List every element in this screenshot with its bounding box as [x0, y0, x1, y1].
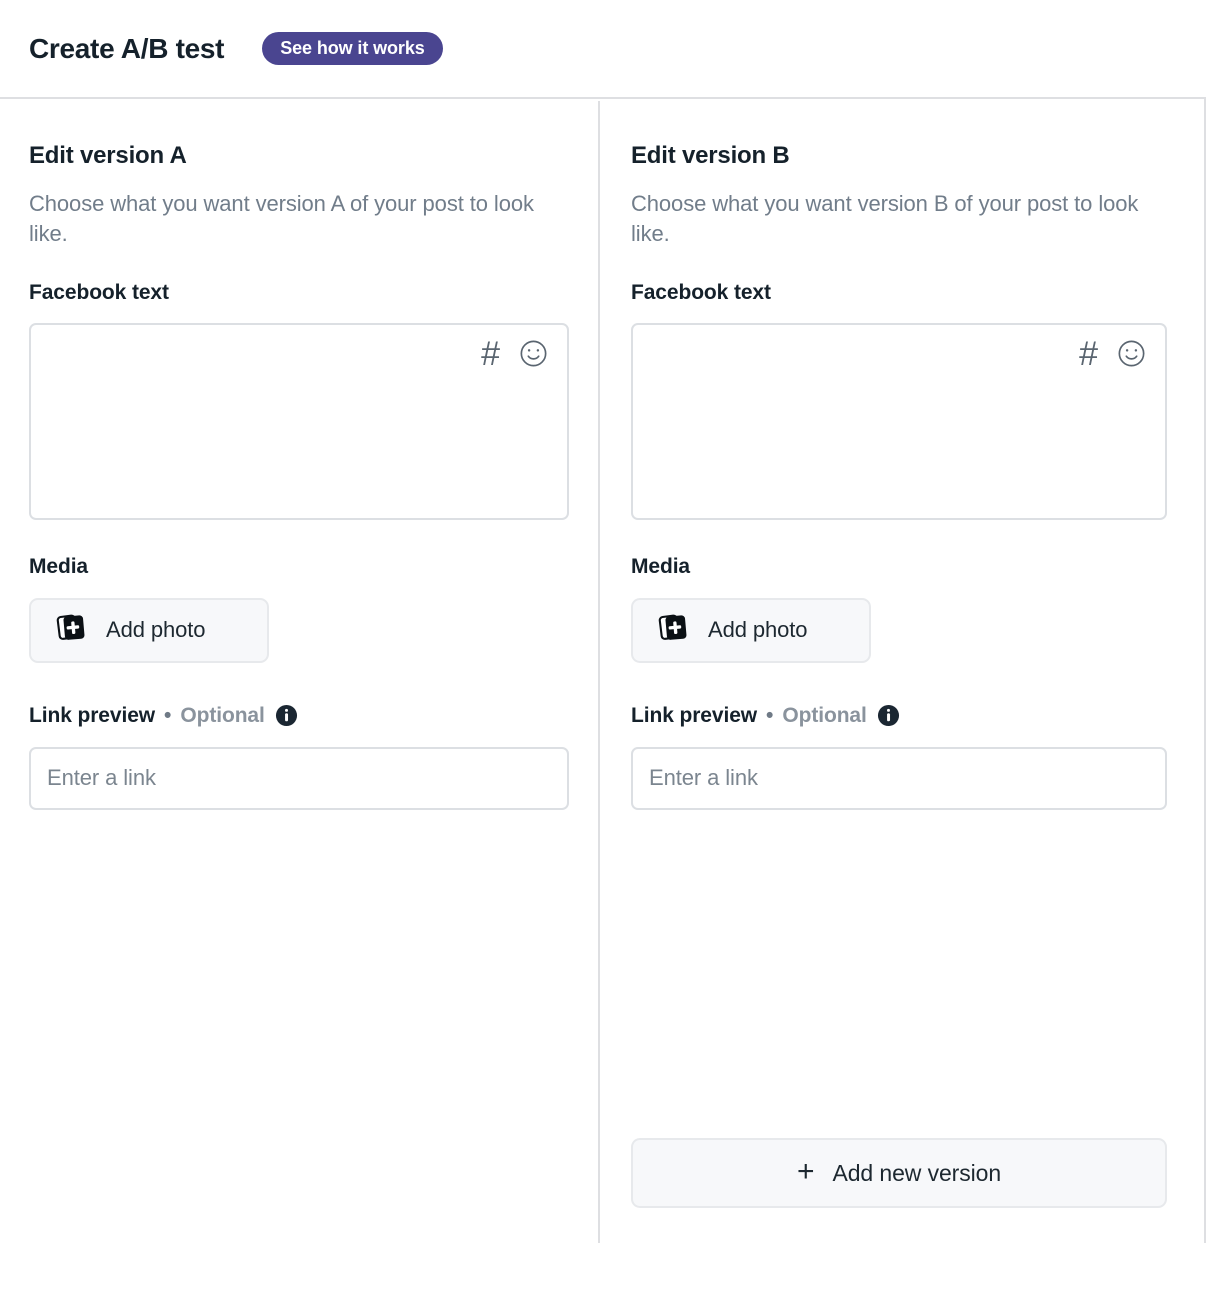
hashtag-icon[interactable]: #	[481, 337, 500, 371]
link-preview-optional-b: Optional	[782, 703, 867, 727]
link-preview-label-a: Link preview	[29, 703, 156, 727]
link-preview-label-b: Link preview	[631, 703, 758, 727]
add-photo-label-a: Add photo	[106, 617, 206, 643]
editor-tools-b: #	[1079, 337, 1147, 371]
facebook-text-label-a: Facebook text	[29, 280, 169, 304]
link-preview-input-a[interactable]	[29, 746, 569, 810]
facebook-text-field-b[interactable]: #	[631, 322, 1167, 520]
hashtag-icon[interactable]: #	[1079, 337, 1098, 371]
version-b-title: Edit version B	[631, 142, 790, 169]
version-b-column: Edit version B Choose what you want vers…	[598, 101, 1204, 1243]
add-new-version-container: + Add new version	[631, 1138, 1167, 1208]
versions-container: Edit version A Choose what you want vers…	[0, 101, 1206, 1290]
photo-stack-plus-icon	[657, 612, 689, 648]
link-preview-input-b[interactable]	[631, 746, 1167, 810]
create-ab-test-page: Create A/B test See how it works Edit ve…	[0, 0, 1212, 1290]
add-photo-button-b[interactable]: Add photo	[631, 597, 871, 663]
version-b-subtitle: Choose what you want version B of your p…	[631, 191, 1139, 247]
see-how-it-works-button[interactable]: See how it works	[262, 32, 443, 65]
editor-tools-a: #	[481, 337, 549, 371]
facebook-text-field-a[interactable]: #	[29, 322, 569, 520]
page-header: Create A/B test See how it works	[0, 0, 1206, 99]
page-title: Create A/B test	[29, 32, 225, 64]
version-a-title: Edit version A	[29, 142, 187, 169]
facebook-text-label-b: Facebook text	[631, 280, 771, 304]
link-preview-separator-b: •	[766, 703, 774, 727]
add-new-version-label: Add new version	[832, 1159, 1002, 1186]
emoji-smiley-icon[interactable]	[1116, 338, 1147, 369]
emoji-smiley-icon[interactable]	[518, 338, 549, 369]
add-photo-label-b: Add photo	[708, 617, 808, 643]
media-label-b: Media	[631, 554, 691, 578]
link-preview-header-b: Link preview • Optional	[631, 704, 1167, 727]
info-circle-icon[interactable]	[877, 704, 900, 727]
add-new-version-button[interactable]: + Add new version	[631, 1138, 1167, 1208]
link-preview-optional-a: Optional	[180, 703, 265, 727]
photo-stack-plus-icon	[55, 612, 87, 648]
hashtag-glyph: #	[1079, 334, 1098, 373]
link-preview-separator-a: •	[164, 703, 172, 727]
plus-icon: +	[796, 1154, 815, 1188]
add-photo-button-a[interactable]: Add photo	[29, 597, 269, 663]
info-circle-icon[interactable]	[275, 704, 298, 727]
version-a-subtitle: Choose what you want version A of your p…	[29, 191, 534, 247]
media-label-a: Media	[29, 554, 89, 578]
link-preview-header-a: Link preview • Optional	[29, 704, 569, 727]
version-a-column: Edit version A Choose what you want vers…	[0, 101, 598, 1243]
hashtag-glyph: #	[481, 334, 500, 373]
